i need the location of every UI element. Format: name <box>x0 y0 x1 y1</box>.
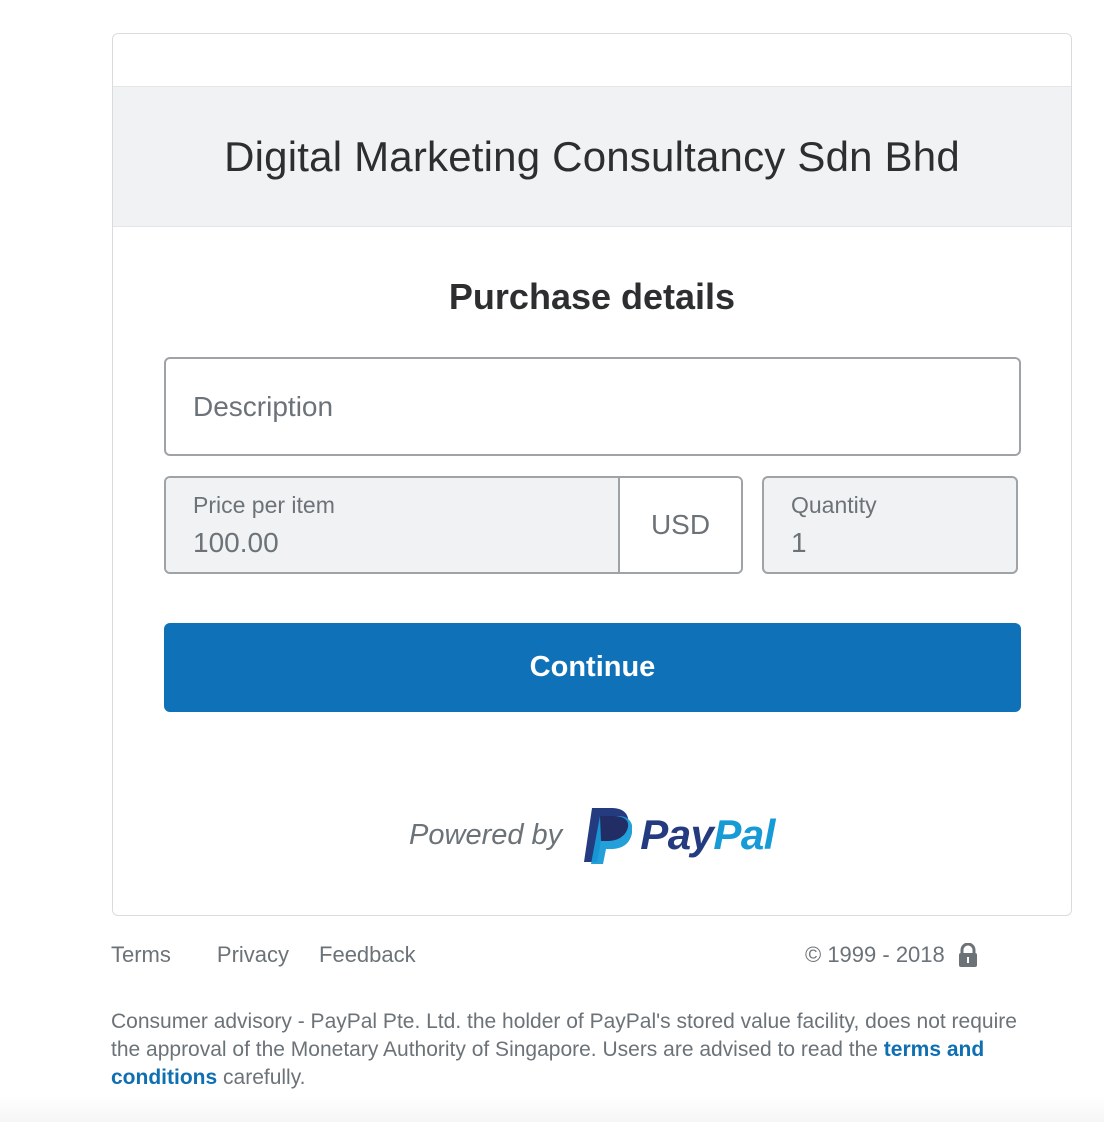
paypal-logo-icon <box>584 808 633 864</box>
consumer-advisory: Consumer advisory - PayPal Pte. Ltd. the… <box>111 1008 1051 1092</box>
price-group: Price per item 100.00 USD <box>164 476 743 574</box>
advisory-suffix: carefully. <box>223 1066 306 1089</box>
copyright-text: © 1999 - 2018 <box>805 942 945 967</box>
checkout-card: Digital Marketing Consultancy Sdn Bhd Pu… <box>112 33 1072 916</box>
purchase-details-title: Purchase details <box>448 276 736 317</box>
footer-link-privacy[interactable]: Privacy <box>217 942 289 968</box>
price-per-item-field[interactable]: Price per item 100.00 <box>166 478 620 572</box>
quantity-field[interactable]: Quantity 1 <box>762 476 1018 574</box>
quantity-label: Quantity <box>791 492 877 518</box>
footer-link-feedback[interactable]: Feedback <box>319 942 416 968</box>
footer-links: Terms Privacy Feedback <box>111 942 416 968</box>
price-per-item-label: Price per item <box>193 492 335 518</box>
lock-icon <box>958 943 977 967</box>
footer-link-terms[interactable]: Terms <box>111 942 171 968</box>
paypal-wordmark: PayPal <box>640 811 775 858</box>
description-field[interactable] <box>164 357 1021 456</box>
currency-selector[interactable]: USD <box>620 478 741 572</box>
bottom-fade <box>0 1096 1104 1122</box>
description-input[interactable] <box>193 390 1019 423</box>
powered-by-text: Powered by <box>409 818 563 851</box>
price-per-item-value[interactable]: 100.00 <box>193 527 618 559</box>
copyright: © 1999 - 2018 <box>805 942 979 968</box>
merchant-header: Digital Marketing Consultancy Sdn Bhd <box>113 86 1071 227</box>
quantity-value[interactable]: 1 <box>791 527 1016 559</box>
advisory-text: Consumer advisory - PayPal Pte. Ltd. the… <box>111 1010 1017 1061</box>
merchant-name: Digital Marketing Consultancy Sdn Bhd <box>224 132 960 180</box>
powered-by-paypal: Powered by PayPal <box>113 806 1071 864</box>
continue-button[interactable]: Continue <box>164 623 1021 712</box>
